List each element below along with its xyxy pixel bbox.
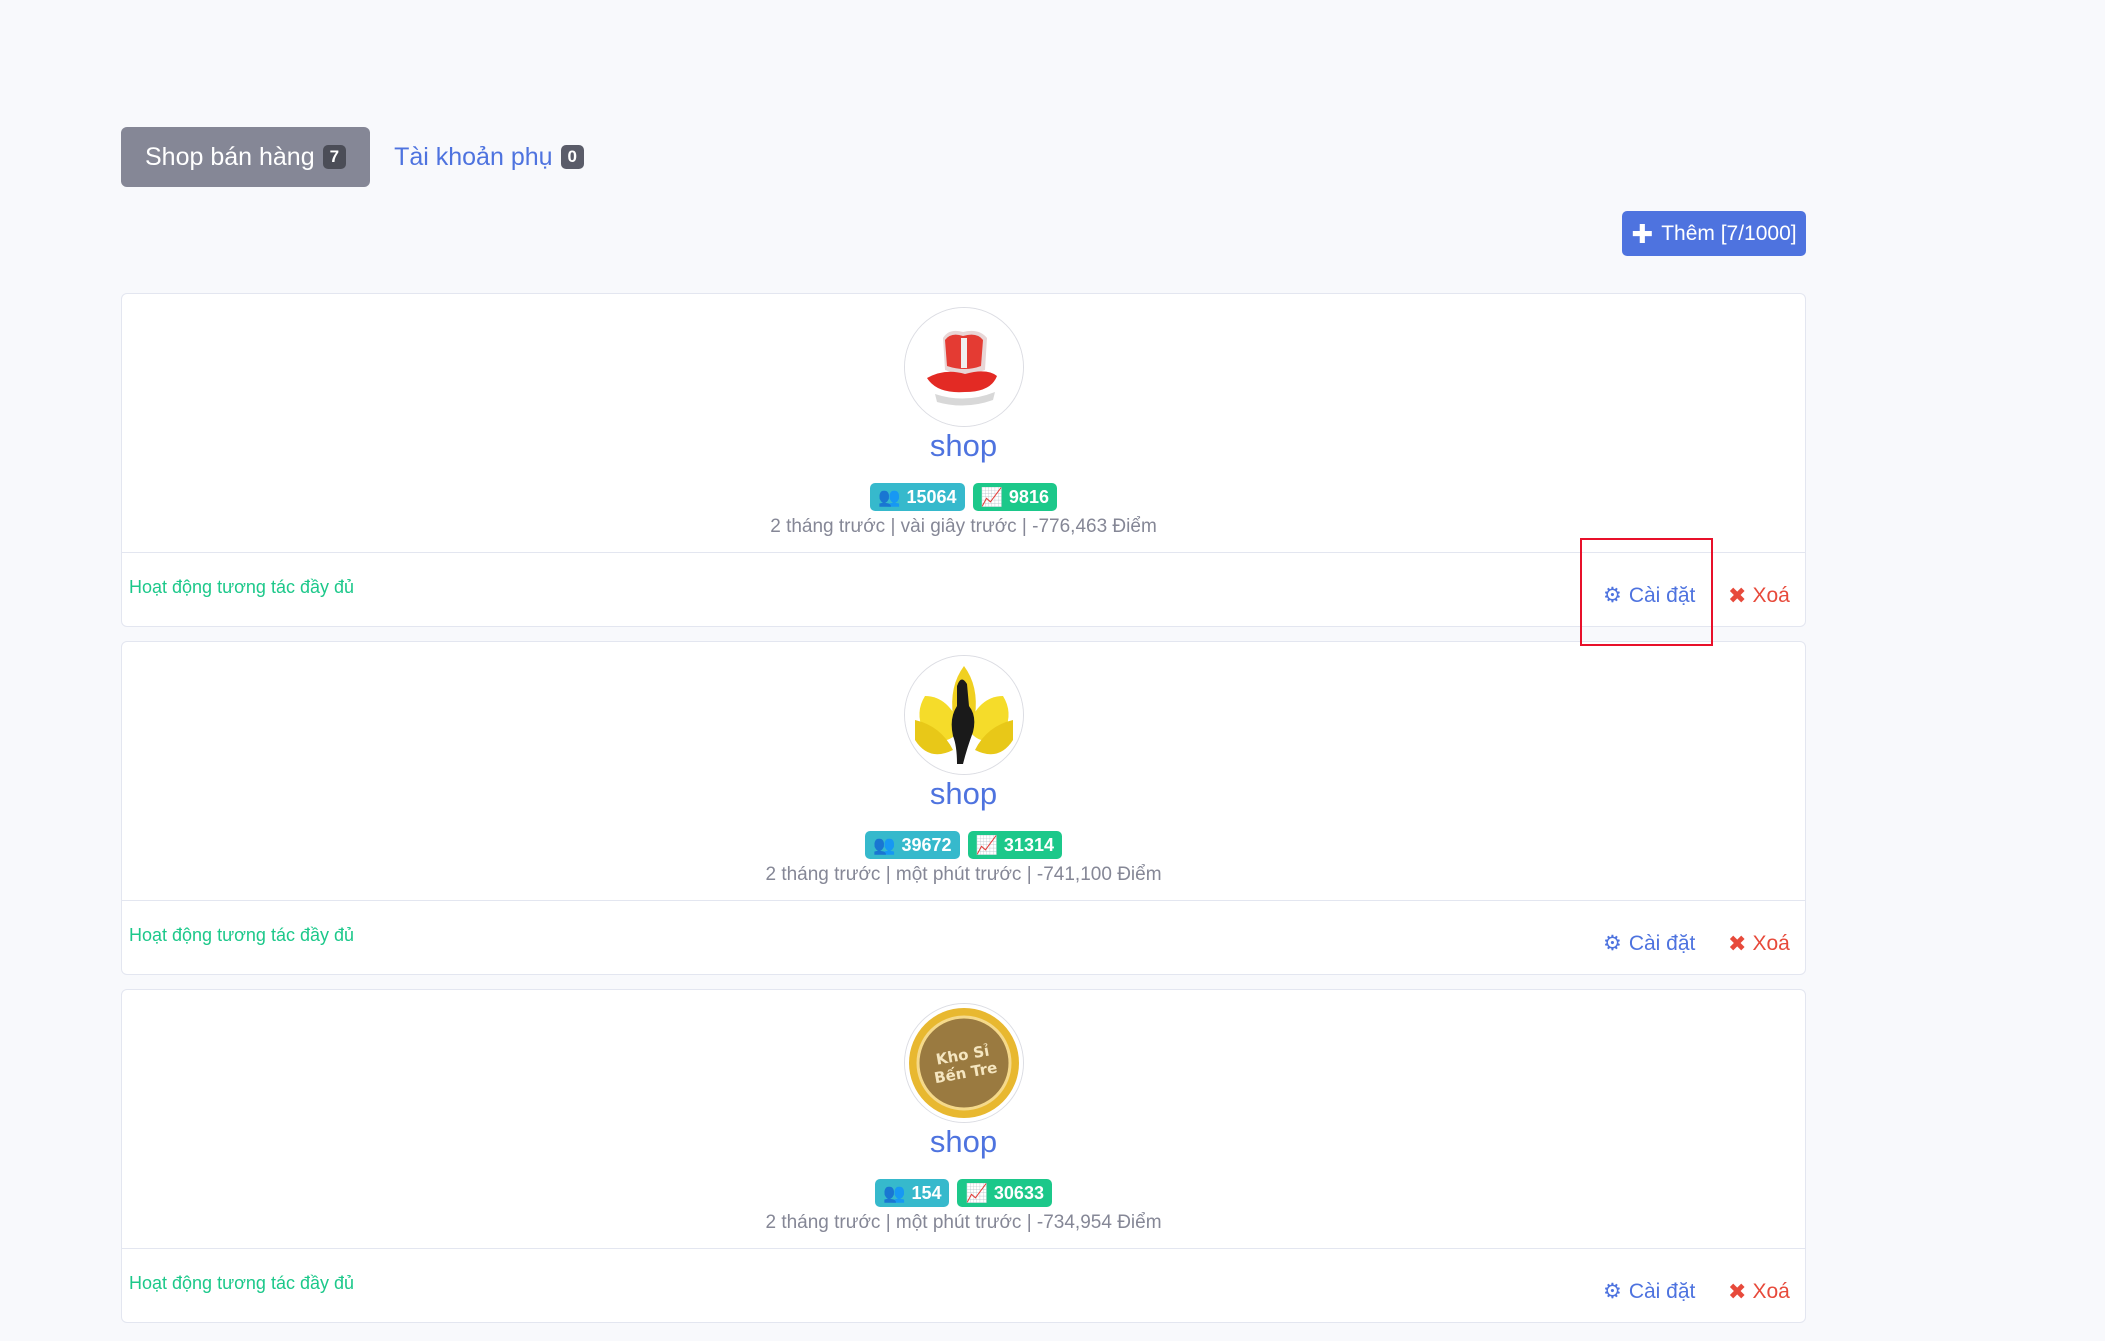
- delete-label: Xoá: [1752, 584, 1790, 607]
- shop-meta: 2 tháng trước | một phút trước | -741,10…: [765, 864, 1162, 885]
- shop-card-body: shop 👥 15064 📈 9816 2 tháng trước | vài …: [122, 294, 1805, 554]
- red-chair-logo: [905, 308, 1023, 426]
- shop-card: shop 👥 15064 📈 9816 2 tháng trước | vài …: [121, 293, 1806, 627]
- gold-seal-logo: Kho Sỉ Bến Tre: [905, 1004, 1023, 1122]
- add-button-label: Thêm [7/1000]: [1661, 221, 1797, 245]
- shop-card-footer: Hoạt động tương tác đầy đủ ⚙ Cài đặt ✖ X…: [122, 552, 1805, 626]
- tab-shop-ban-hang[interactable]: Shop bán hàng 7: [121, 127, 371, 187]
- growth-count: 30633: [993, 1182, 1044, 1203]
- followers-badge: 👥 15064: [870, 483, 965, 511]
- delete-button[interactable]: ✖ Xoá: [1728, 1279, 1790, 1305]
- settings-button[interactable]: ⚙ Cài đặt: [1603, 931, 1695, 956]
- shop-card-footer: Hoạt động tương tác đầy đủ ⚙ Cài đặt ✖ X…: [122, 900, 1805, 974]
- close-icon: ✖: [1728, 1279, 1747, 1304]
- settings-button[interactable]: ⚙ Cài đặt: [1603, 1279, 1695, 1304]
- delete-button[interactable]: ✖ Xoá: [1728, 931, 1790, 957]
- shop-meta: 2 tháng trước | một phút trước | -734,95…: [765, 1212, 1162, 1233]
- shop-name[interactable]: shop: [122, 428, 1805, 464]
- shop-stats: 👥 154 📈 30633: [122, 1179, 1805, 1207]
- settings-button[interactable]: ⚙ Cài đặt: [1603, 583, 1695, 608]
- shop-avatar[interactable]: [904, 307, 1024, 427]
- chart-line-icon: 📈: [965, 1182, 988, 1203]
- shop-name[interactable]: shop: [122, 776, 1805, 812]
- close-icon: ✖: [1728, 931, 1747, 956]
- users-icon: 👥: [883, 1182, 906, 1203]
- gear-icon: ⚙: [1603, 932, 1622, 955]
- growth-badge: 📈 30633: [957, 1179, 1052, 1207]
- shop-meta: 2 tháng trước | vài giây trước | -776,46…: [770, 516, 1157, 537]
- yellow-lotus-logo: [905, 656, 1023, 774]
- shop-card-footer: Hoạt động tương tác đầy đủ ⚙ Cài đặt ✖ X…: [122, 1248, 1805, 1322]
- shop-card: Kho Sỉ Bến Tre shop 👥 154 📈 30633 2 thán…: [121, 989, 1806, 1323]
- delete-button[interactable]: ✖ Xoá: [1728, 583, 1790, 609]
- activity-status-link[interactable]: Hoạt động tương tác đầy đủ: [129, 925, 354, 946]
- shop-avatar[interactable]: [904, 655, 1024, 775]
- chart-line-icon: 📈: [975, 834, 998, 855]
- users-icon: 👥: [878, 486, 901, 507]
- activity-status-link[interactable]: Hoạt động tương tác đầy đủ: [129, 577, 354, 598]
- tab-label: Shop bán hàng: [145, 142, 315, 171]
- settings-label: Cài đặt: [1628, 583, 1696, 607]
- settings-label: Cài đặt: [1628, 931, 1696, 955]
- shop-avatar[interactable]: Kho Sỉ Bến Tre: [904, 1003, 1024, 1123]
- shop-card-body: Kho Sỉ Bến Tre shop 👥 154 📈 30633 2 thán…: [122, 990, 1805, 1250]
- tab-bar: Shop bán hàng 7 Tài khoản phụ 0: [121, 127, 608, 187]
- shop-card-body: shop 👥 39672 📈 31314 2 tháng trước | một…: [122, 642, 1805, 902]
- growth-badge: 📈 31314: [967, 831, 1062, 859]
- tab-tai-khoan-phu[interactable]: Tài khoản phụ 0: [370, 127, 608, 187]
- gear-icon: ⚙: [1603, 1280, 1622, 1303]
- tab-label: Tài khoản phụ: [394, 142, 553, 171]
- shop-stats: 👥 15064 📈 9816: [122, 483, 1805, 511]
- delete-label: Xoá: [1752, 932, 1790, 955]
- add-shop-button[interactable]: ✚ Thêm [7/1000]: [1622, 211, 1806, 256]
- followers-badge: 👥 39672: [865, 831, 960, 859]
- chart-line-icon: 📈: [980, 486, 1003, 507]
- followers-count: 15064: [906, 486, 957, 507]
- settings-label: Cài đặt: [1628, 1279, 1696, 1303]
- shop-card: shop 👥 39672 📈 31314 2 tháng trước | một…: [121, 641, 1806, 975]
- growth-count: 31314: [1003, 834, 1054, 855]
- activity-status-link[interactable]: Hoạt động tương tác đầy đủ: [129, 1273, 354, 1294]
- tab-count-badge: 7: [322, 145, 347, 169]
- plus-icon: ✚: [1631, 218, 1654, 249]
- followers-badge: 👥 154: [875, 1179, 950, 1207]
- shop-name[interactable]: shop: [122, 1124, 1805, 1160]
- close-icon: ✖: [1728, 583, 1747, 608]
- followers-count: 154: [911, 1182, 942, 1203]
- followers-count: 39672: [901, 834, 952, 855]
- gear-icon: ⚙: [1603, 584, 1622, 607]
- users-icon: 👥: [873, 834, 896, 855]
- tab-count-badge: 0: [560, 145, 584, 169]
- delete-label: Xoá: [1752, 1280, 1790, 1303]
- shop-list: shop 👥 15064 📈 9816 2 tháng trước | vài …: [121, 293, 1806, 1337]
- growth-count: 9816: [1008, 486, 1049, 507]
- growth-badge: 📈 9816: [972, 483, 1057, 511]
- shop-stats: 👥 39672 📈 31314: [122, 831, 1805, 859]
